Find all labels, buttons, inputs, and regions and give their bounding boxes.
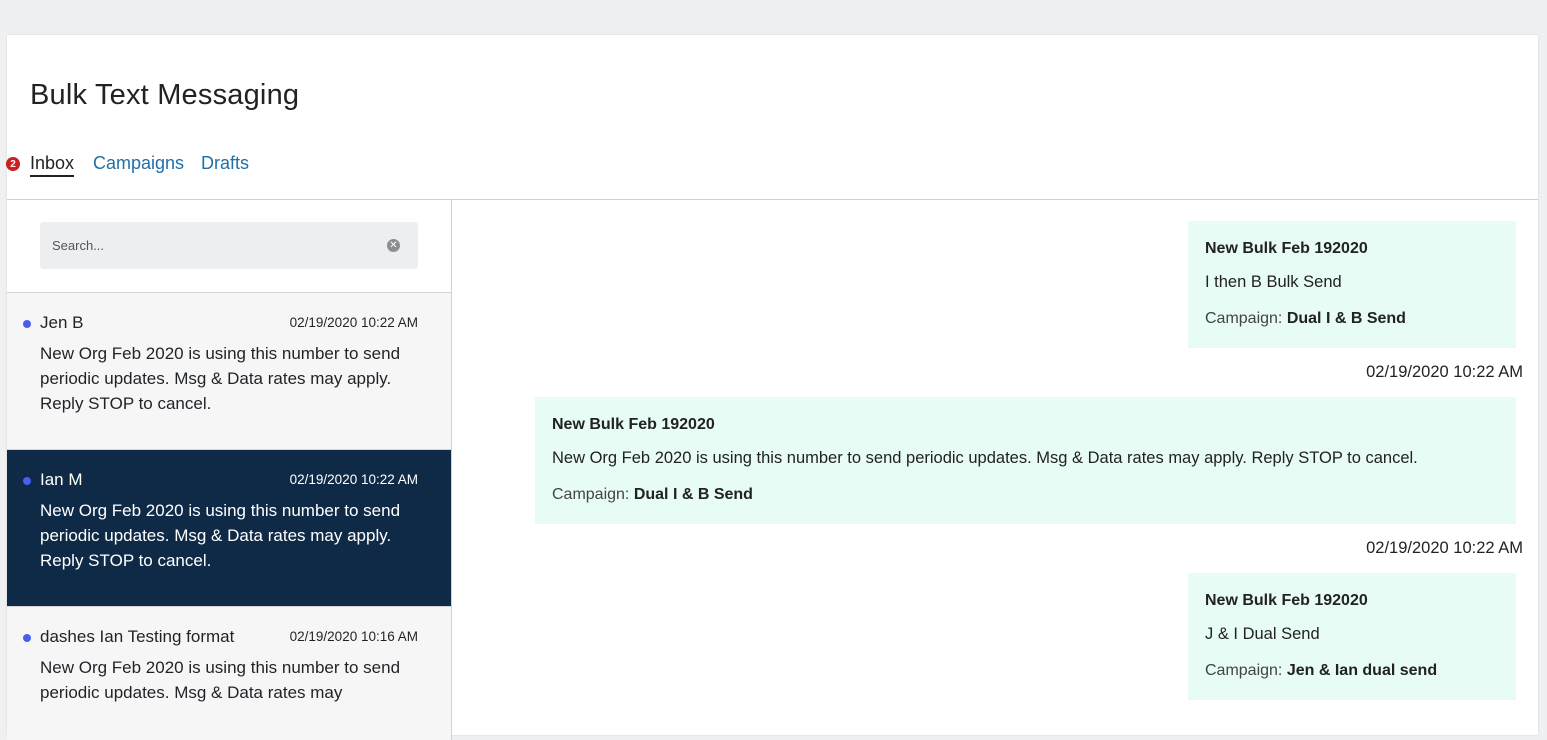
- message-campaign: Campaign: Dual I & B Send: [1205, 309, 1500, 329]
- unread-dot-icon: [23, 634, 31, 642]
- message-bubble: New Bulk Feb 192020 J & I Dual Send Camp…: [1188, 573, 1516, 700]
- campaign-label: Campaign:: [552, 486, 630, 503]
- conversation-time: 02/19/2020 10:22 AM: [289, 472, 418, 487]
- message-title: New Bulk Feb 192020: [1205, 592, 1368, 609]
- message-campaign: Campaign: Dual I & B Send: [552, 485, 1500, 505]
- conversation-name: Jen B: [40, 313, 84, 332]
- message-timestamp: 02/19/2020 10:22 AM: [1366, 539, 1523, 557]
- message-title: New Bulk Feb 192020: [552, 416, 715, 433]
- conversation-list-panel: ✕ Jen B 02/19/2020 10:22 AM New Org Feb …: [7, 200, 452, 740]
- search-box: ✕: [40, 222, 418, 269]
- tab-inbox[interactable]: Inbox: [30, 153, 75, 177]
- conversation-name: Ian M: [40, 470, 83, 489]
- conversation-item[interactable]: Jen B 02/19/2020 10:22 AM New Org Feb 20…: [7, 293, 451, 449]
- unread-dot-icon: [23, 477, 31, 485]
- message-title: New Bulk Feb 192020: [1205, 240, 1368, 257]
- message-thread: New Bulk Feb 192020 I then B Bulk Send C…: [452, 200, 1538, 740]
- unread-dot-icon: [23, 320, 31, 328]
- page-title: Bulk Text Messaging: [30, 79, 300, 111]
- tab-campaigns[interactable]: Campaigns: [93, 153, 184, 174]
- conversation-preview: New Org Feb 2020 is using this number to…: [40, 344, 401, 413]
- message-campaign: Campaign: Jen & Ian dual send: [1205, 661, 1500, 681]
- conversation-preview: New Org Feb 2020 is using this number to…: [40, 658, 401, 702]
- conversation-item-selected[interactable]: Ian M 02/19/2020 10:22 AM New Org Feb 20…: [7, 450, 451, 606]
- campaign-name: Dual I & B Send: [633, 486, 753, 503]
- search-input[interactable]: [40, 222, 418, 269]
- conversation-item[interactable]: dashes Ian Testing format 02/19/2020 10:…: [7, 607, 451, 740]
- main-card: Bulk Text Messaging 2 Inbox Campaigns Dr…: [6, 35, 1538, 740]
- message-text: J & I Dual Send: [1205, 625, 1320, 643]
- clear-search-icon[interactable]: ✕: [387, 239, 400, 252]
- campaign-name: Dual I & B Send: [1286, 310, 1406, 327]
- tab-drafts[interactable]: Drafts: [201, 153, 249, 174]
- conversation-time: 02/19/2020 10:22 AM: [289, 315, 418, 330]
- campaign-label: Campaign:: [1205, 310, 1283, 327]
- conversation-preview: New Org Feb 2020 is using this number to…: [40, 501, 401, 570]
- conversation-name: dashes Ian Testing format: [40, 627, 235, 646]
- message-text: New Org Feb 2020 is using this number to…: [552, 449, 1418, 467]
- conversation-time: 02/19/2020 10:16 AM: [289, 629, 418, 644]
- campaign-name: Jen & Ian dual send: [1286, 662, 1438, 679]
- message-timestamp: 02/19/2020 10:22 AM: [1366, 363, 1523, 381]
- campaign-label: Campaign:: [1205, 662, 1283, 679]
- message-bubble: New Bulk Feb 192020 New Org Feb 2020 is …: [535, 397, 1516, 524]
- inbox-badge: 2: [6, 157, 20, 171]
- message-text: I then B Bulk Send: [1205, 273, 1342, 291]
- message-bubble: New Bulk Feb 192020 I then B Bulk Send C…: [1188, 221, 1516, 348]
